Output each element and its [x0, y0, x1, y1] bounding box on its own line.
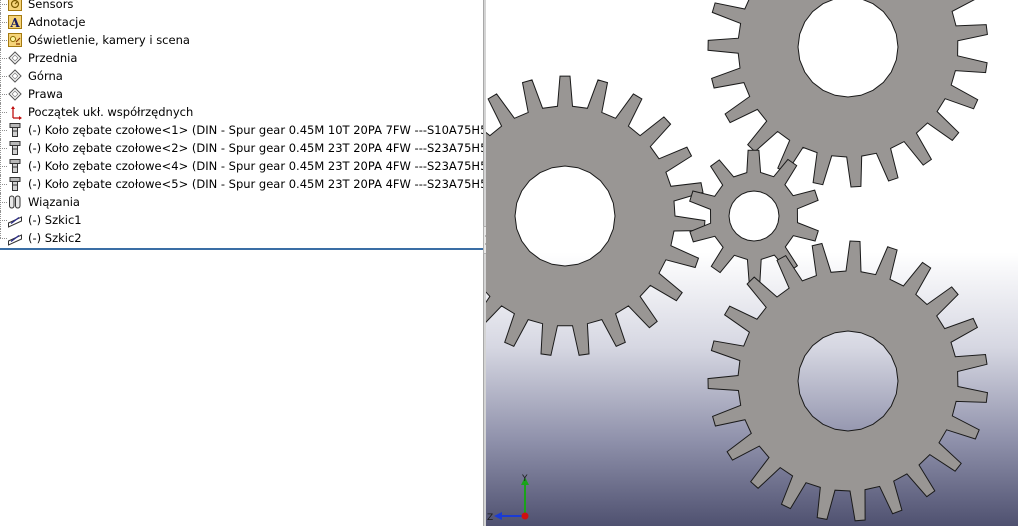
graphics-viewport[interactable]: Y Z: [486, 0, 1018, 526]
tree-item-gear-4[interactable]: (-) Koło zębate czołowe<4> (DIN - Spur g…: [0, 157, 483, 175]
sketch-icon: [7, 212, 23, 228]
origin-icon: [7, 104, 23, 120]
tree-item-plane-top[interactable]: Górna: [0, 67, 483, 85]
z-axis-label: Z: [487, 513, 493, 523]
tree-item-label: Adnotacje: [28, 15, 86, 29]
tree-connector: [0, 94, 7, 95]
gear-assembly[interactable]: [486, 0, 1018, 526]
tree-item-label: (-) Koło zębate czołowe<4> (DIN - Spur g…: [28, 159, 483, 173]
part-icon: [7, 176, 23, 192]
gear-bottom-right[interactable]: [707, 240, 989, 522]
tree-item-gear-1[interactable]: (-) Koło zębate czołowe<1> (DIN - Spur g…: [0, 121, 483, 139]
sketch-icon: [7, 230, 23, 246]
mates-icon: [7, 194, 23, 210]
part-icon: [7, 158, 23, 174]
tree-item-label: Wiązania: [28, 195, 80, 209]
tree-connector: [0, 202, 7, 203]
z-axis-arrow: [494, 512, 502, 520]
tree-connector: [0, 229, 1, 238]
sensor-icon: [7, 0, 23, 12]
plane-icon: [7, 68, 23, 84]
gear-small[interactable]: [689, 149, 819, 283]
tree-item-label: Górna: [28, 69, 63, 83]
feature-tree-list: Sensors A Adnotacje Oświetlenie, kamery …: [0, 0, 483, 247]
annotation-icon: A: [7, 14, 23, 30]
tree-connector: [0, 166, 7, 167]
tree-item-label: Oświetlenie, kamery i scena: [28, 33, 190, 47]
tree-item-origin[interactable]: Początek ukł. współrzędnych: [0, 103, 483, 121]
tree-connector: [0, 76, 7, 77]
tree-connector: [0, 238, 7, 239]
tree-item-plane-front[interactable]: Przednia: [0, 49, 483, 67]
plane-icon: [7, 86, 23, 102]
solidworks-window: Sensors A Adnotacje Oświetlenie, kamery …: [0, 0, 1018, 526]
tree-item-sensors[interactable]: Sensors: [0, 0, 483, 13]
y-axis-label: Y: [521, 474, 528, 484]
part-icon: [7, 122, 23, 138]
tree-connector: [0, 184, 7, 185]
tree-item-label: Przednia: [28, 51, 78, 65]
feature-manager-tree: Sensors A Adnotacje Oświetlenie, kamery …: [0, 0, 483, 526]
lights-camera-icon: [7, 32, 23, 48]
tree-connector: [0, 220, 7, 221]
tree-connector: [0, 22, 7, 23]
tree-item-sketch-1[interactable]: (-) Szkic1: [0, 211, 483, 229]
tree-connector: [0, 0, 1, 13]
tree-rollback-bar[interactable]: [0, 248, 483, 250]
tree-item-plane-right[interactable]: Prawa: [0, 85, 483, 103]
tree-item-label: Prawa: [28, 87, 63, 101]
tree-item-lights-cameras[interactable]: Oświetlenie, kamery i scena: [0, 31, 483, 49]
svg-text:A: A: [9, 16, 20, 30]
tree-connector: [0, 148, 7, 149]
triad-origin: [521, 512, 529, 520]
tree-item-mates[interactable]: Wiązania: [0, 193, 483, 211]
tree-item-label: (-) Szkic1: [28, 213, 82, 227]
tree-connector: [0, 112, 7, 113]
tree-item-label: (-) Koło zębate czołowe<5> (DIN - Spur g…: [28, 177, 483, 191]
view-triad: Y Z: [487, 474, 529, 523]
tree-connector: [0, 130, 7, 131]
tree-item-label: Początek ukł. współrzędnych: [28, 105, 194, 119]
tree-item-label: Sensors: [28, 0, 74, 11]
tree-item-gear-2[interactable]: (-) Koło zębate czołowe<2> (DIN - Spur g…: [0, 139, 483, 157]
tree-item-sketch-2[interactable]: (-) Szkic2: [0, 229, 483, 247]
part-icon: [7, 140, 23, 156]
tree-item-label: (-) Koło zębate czołowe<2> (DIN - Spur g…: [28, 141, 483, 155]
tree-item-gear-5[interactable]: (-) Koło zębate czołowe<5> (DIN - Spur g…: [0, 175, 483, 193]
tree-connector: [0, 58, 7, 59]
gear-left[interactable]: [486, 75, 706, 356]
tree-item-label: (-) Koło zębate czołowe<1> (DIN - Spur g…: [28, 123, 483, 137]
plane-icon: [7, 50, 23, 66]
tree-connector: [0, 4, 7, 5]
tree-item-label: (-) Szkic2: [28, 231, 82, 245]
tree-connector: [0, 40, 7, 41]
tree-item-annotations[interactable]: A Adnotacje: [0, 13, 483, 31]
